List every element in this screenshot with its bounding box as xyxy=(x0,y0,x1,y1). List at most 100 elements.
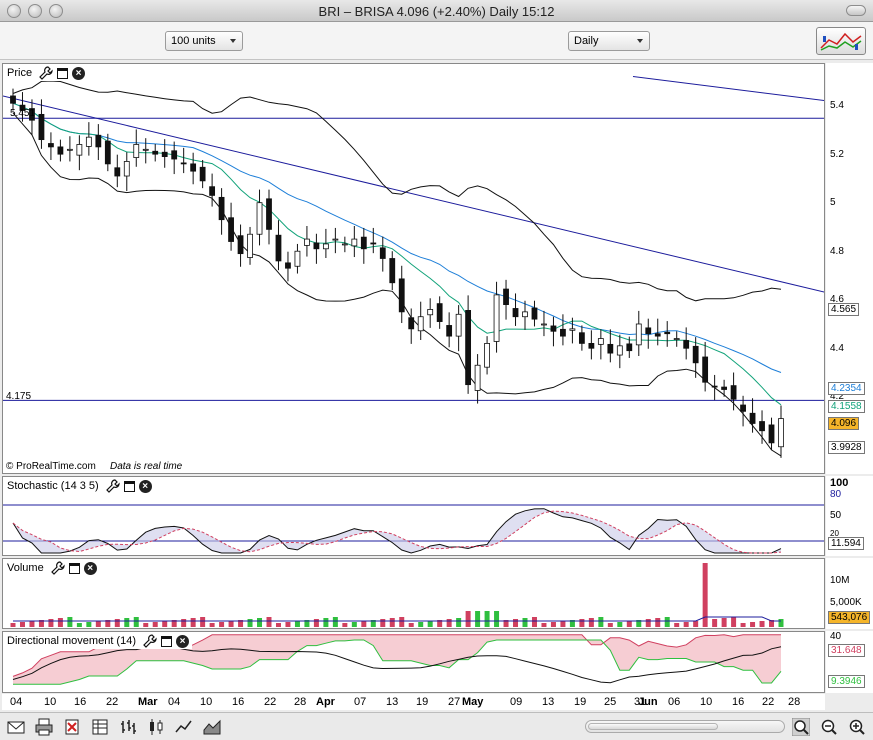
price-panel-label: Price xyxy=(7,67,33,79)
candle-body xyxy=(607,343,614,354)
volume-bar xyxy=(181,619,187,627)
indicators-button[interactable] xyxy=(816,27,866,55)
wrench-icon[interactable] xyxy=(39,66,53,80)
stoch-tick: 100 xyxy=(830,477,849,489)
volume-bar xyxy=(418,622,424,627)
dm-tick: 40 xyxy=(830,631,842,642)
candle-body xyxy=(692,345,699,364)
close-icon[interactable]: × xyxy=(72,66,86,80)
volume-panel[interactable]: Volume × xyxy=(2,558,825,629)
price-tick: 5.4 xyxy=(830,100,844,111)
candle-body xyxy=(749,412,756,424)
candlestick-icon[interactable] xyxy=(147,718,165,736)
volume-bar xyxy=(465,611,471,627)
candle-body xyxy=(389,258,396,284)
volume-bar xyxy=(380,619,386,627)
volume-bar xyxy=(778,619,784,627)
dm-panel[interactable]: Directional movement (14) × xyxy=(2,631,825,693)
candle-body xyxy=(484,343,490,368)
delete-icon[interactable] xyxy=(63,718,81,736)
dm-panel-header: Directional movement (14) × xyxy=(4,633,192,649)
level-low-label: 4.175 xyxy=(6,391,32,402)
candle-body xyxy=(10,95,16,104)
date-tick: 22 xyxy=(264,696,277,708)
di-plus-tag: 9.3946 xyxy=(828,675,865,688)
volume-bar xyxy=(275,623,281,627)
volume-bar xyxy=(29,621,35,627)
volume-bar xyxy=(323,618,329,627)
zoom-out-icon[interactable] xyxy=(820,718,838,736)
candle-body xyxy=(228,217,234,242)
candle-body xyxy=(616,345,623,356)
chevron-down-icon xyxy=(637,39,643,43)
date-tick: 04 xyxy=(10,696,23,708)
window-icon[interactable] xyxy=(161,635,172,647)
line-chart-icon[interactable] xyxy=(175,718,193,736)
date-tick: 06 xyxy=(668,696,681,708)
wrench-icon[interactable] xyxy=(50,561,65,575)
volume-bar xyxy=(294,621,300,627)
candle-body xyxy=(446,325,453,337)
volume-bar xyxy=(674,623,680,627)
volume-bar xyxy=(76,623,82,627)
window-icon[interactable] xyxy=(57,67,69,79)
close-icon[interactable]: × xyxy=(83,561,97,575)
spreadsheet-icon[interactable] xyxy=(91,718,109,736)
mail-icon[interactable] xyxy=(7,718,25,736)
price-tick: 5.2 xyxy=(830,149,844,160)
candle-body xyxy=(38,113,45,141)
candle-body xyxy=(436,303,443,322)
close-icon[interactable]: × xyxy=(138,479,152,493)
candle-body xyxy=(332,238,339,241)
volume-bar xyxy=(143,623,149,627)
close-icon[interactable]: × xyxy=(176,634,189,648)
volume-bar xyxy=(550,622,556,627)
wrench-icon[interactable] xyxy=(143,634,157,648)
volume-bar xyxy=(190,618,196,627)
stochastic-panel[interactable]: Stochastic (14 3 5) × xyxy=(2,476,825,556)
candle-body xyxy=(351,238,358,247)
chart-scrollbar[interactable] xyxy=(585,720,785,733)
print-icon[interactable] xyxy=(35,718,53,736)
date-tick: 16 xyxy=(232,696,245,708)
candle-body xyxy=(740,404,746,412)
scrollbar-thumb[interactable] xyxy=(588,723,718,730)
window-icon[interactable] xyxy=(123,480,135,492)
volume-bar xyxy=(408,623,414,627)
toolbar-toggle-button[interactable] xyxy=(846,5,866,16)
level-high-label: 5.451 xyxy=(10,108,36,119)
candle-body xyxy=(180,162,187,165)
date-tick: 10 xyxy=(44,696,57,708)
volume-bar xyxy=(133,617,139,627)
zoom-in-icon[interactable] xyxy=(848,718,866,736)
units-select[interactable]: 100 units xyxy=(165,31,243,51)
volume-bar xyxy=(617,622,623,627)
wrench-icon[interactable] xyxy=(105,479,120,493)
candle-body xyxy=(152,150,159,155)
candle-body xyxy=(408,317,415,330)
volume-bar xyxy=(361,621,367,627)
volume-bar xyxy=(86,622,92,627)
period-select[interactable]: Daily xyxy=(568,31,650,51)
price-panel[interactable]: Price × 5.451 4.175 © ProRealTime.com Da… xyxy=(2,63,825,474)
candle-body xyxy=(560,328,566,337)
date-tick: 10 xyxy=(700,696,713,708)
volume-bar xyxy=(740,623,746,627)
volume-bar xyxy=(712,619,718,627)
window-icon[interactable] xyxy=(68,562,80,574)
candle-body xyxy=(654,333,661,337)
candle-body xyxy=(370,242,377,245)
volume-tick: 10M xyxy=(830,575,850,586)
zoom-fit-icon[interactable] xyxy=(792,718,810,736)
volume-bar xyxy=(67,617,73,627)
volume-bar xyxy=(124,618,130,627)
candle-body xyxy=(512,308,519,318)
volume-bar xyxy=(219,622,225,627)
mountain-chart-icon[interactable] xyxy=(203,718,221,736)
volume-bar xyxy=(95,621,101,627)
ma-slow-tag: 4.2354 xyxy=(828,382,865,395)
candle-body xyxy=(247,233,253,258)
price-axis: 5.4 5.2 5 4.8 4.6 4.4 4.2 4.565 4.2354 4… xyxy=(826,63,873,474)
bar-chart-icon[interactable] xyxy=(119,718,137,736)
candle-body xyxy=(133,144,140,158)
